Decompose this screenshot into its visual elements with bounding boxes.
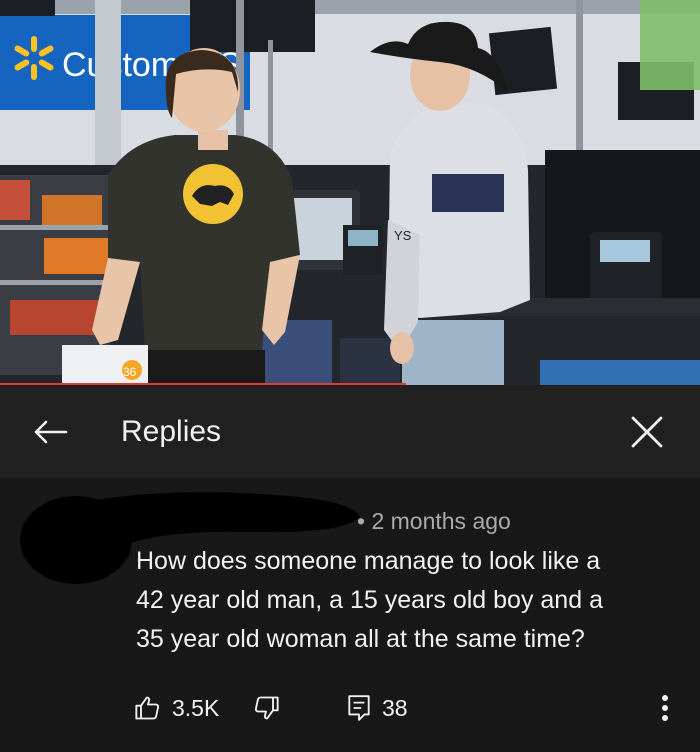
- video-frame[interactable]: Customer S 36 YS: [0, 0, 700, 385]
- comment-body: How does someone manage to look like a 4…: [136, 542, 681, 659]
- thumbs-up-icon: [135, 696, 160, 720]
- comment-timestamp: • 2 months ago: [357, 508, 511, 534]
- like-button[interactable]: 3.5K: [134, 686, 219, 730]
- thumbs-down-icon: [254, 696, 279, 720]
- reply-count: 38: [382, 694, 408, 721]
- back-arrow-icon: [34, 420, 68, 444]
- comment-line: 42 year old man, a 15 years old boy and …: [136, 586, 603, 614]
- like-count: 3.5K: [172, 694, 220, 721]
- comment-line: 35 year old woman all at the same time?: [136, 625, 585, 653]
- close-icon: [631, 416, 663, 448]
- more-options-button[interactable]: [650, 686, 680, 730]
- more-vertical-icon: [662, 695, 668, 721]
- price-tag-text: 36: [123, 365, 137, 379]
- replies-header: Replies: [0, 386, 700, 478]
- store-scene-image: Customer S 36 YS: [0, 0, 700, 385]
- comment-item: • 2 months ago How does someone manage t…: [0, 478, 700, 752]
- reply-button[interactable]: 38: [346, 686, 408, 730]
- close-button[interactable]: [620, 408, 674, 456]
- video-progress-bar[interactable]: [0, 383, 406, 385]
- comment-icon: [348, 695, 370, 721]
- back-button[interactable]: [26, 410, 74, 454]
- comment-actions: 3.5K 38: [0, 686, 700, 730]
- jacket-text: YS: [394, 228, 412, 243]
- page-title: Replies: [121, 415, 222, 448]
- dislike-button[interactable]: [252, 686, 280, 730]
- comment-line: How does someone manage to look like a: [136, 547, 601, 575]
